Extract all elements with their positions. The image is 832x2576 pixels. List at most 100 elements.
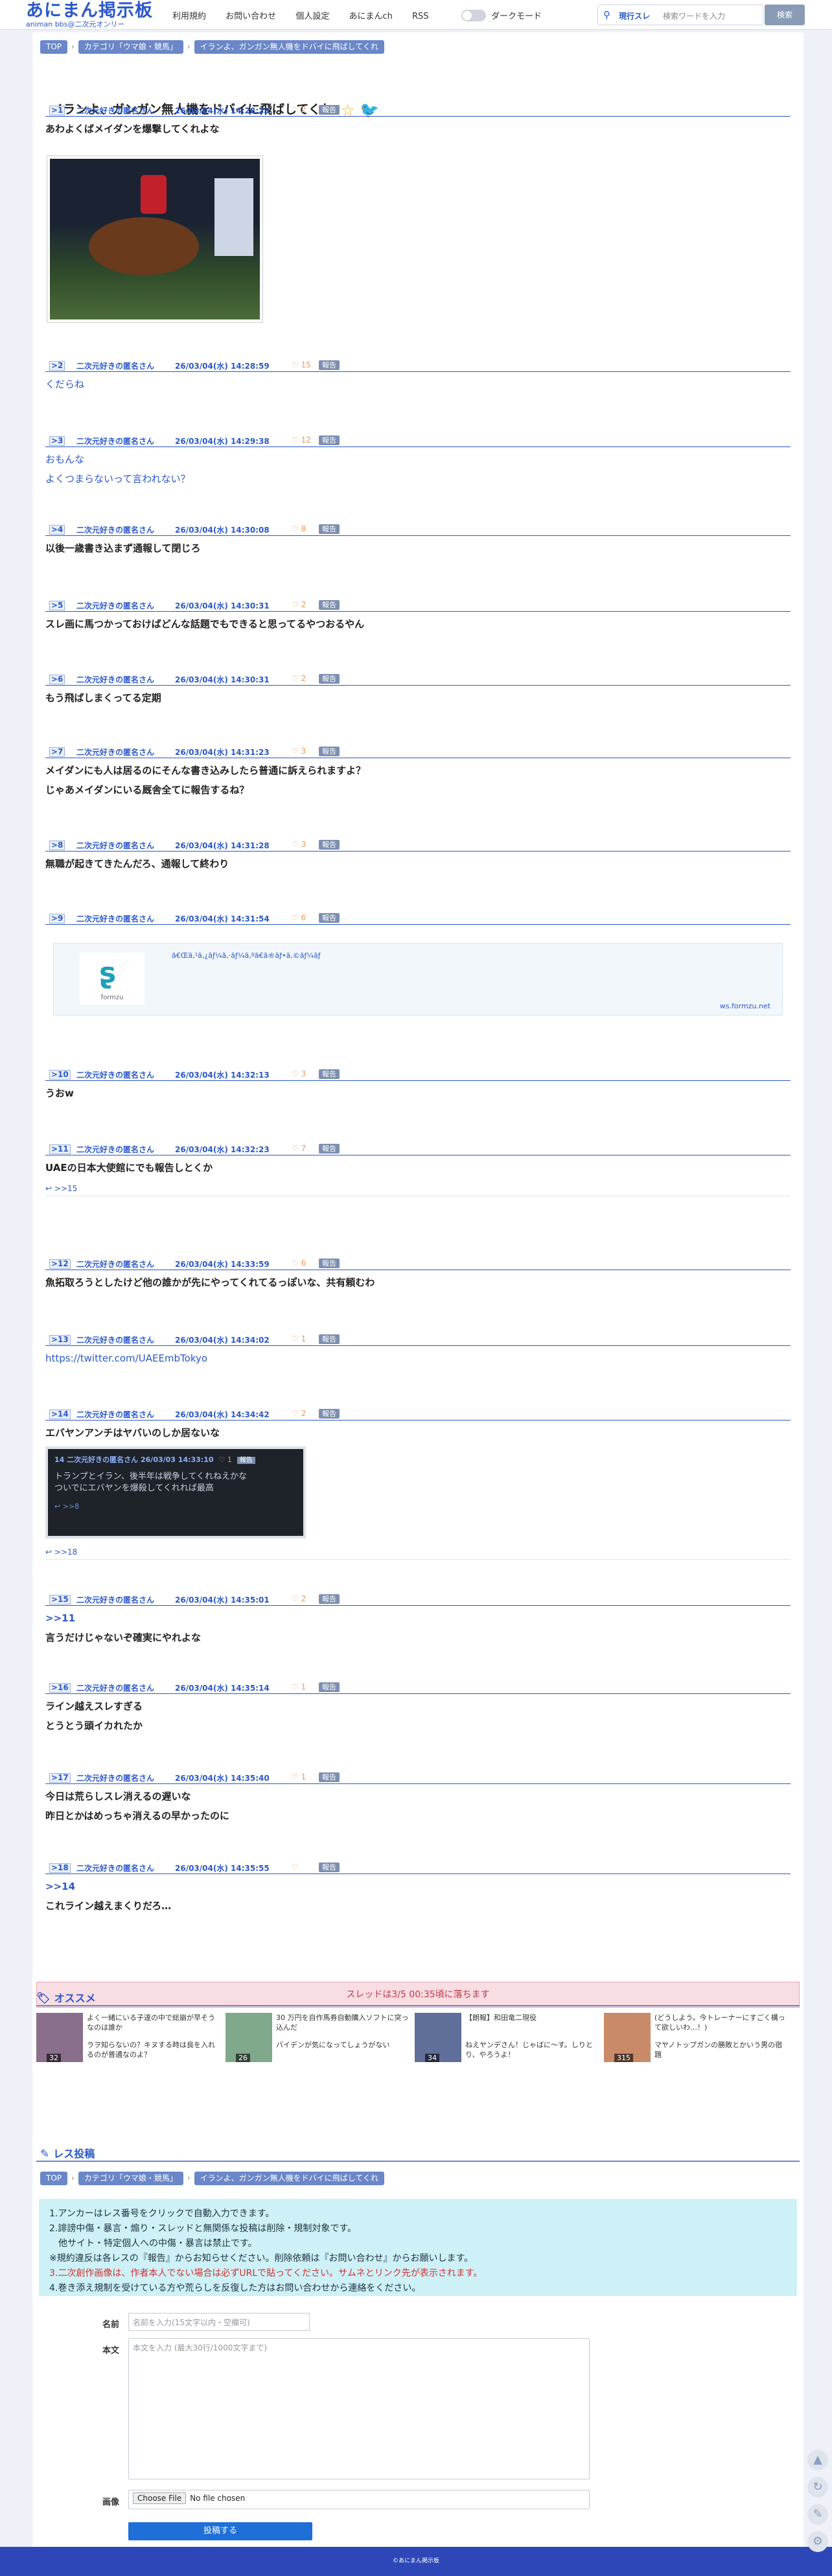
reply-link[interactable]: ↩ >>8 xyxy=(54,1502,297,1511)
like-button[interactable]: ♡ 1 xyxy=(292,1334,306,1343)
recommend-title[interactable]: 30 万円を自作馬券自動購入ソフトに突っ込んだ xyxy=(276,2013,409,2032)
report-button[interactable]: 報告 xyxy=(319,600,340,610)
settings-gear-icon[interactable]: ⚙ xyxy=(807,2531,828,2552)
link-preview-card[interactable]: ʂ formzu ã€Œã‚¹ã‚¿ãƒ¼ã‚·ãƒ¼ã‚ºã€ã®ãƒ•ã‚©ãƒ… xyxy=(53,943,783,1015)
like-button[interactable]: ♡ 12 xyxy=(292,435,311,445)
like-button[interactable]: ♡ 3 xyxy=(292,747,306,756)
recommend-thumbnail[interactable]: 315 xyxy=(604,2013,651,2062)
report-button[interactable]: 報告 xyxy=(319,105,340,115)
toggle-switch[interactable] xyxy=(461,9,486,21)
report-button[interactable]: 報告 xyxy=(319,1144,340,1154)
recommend-thumbnail[interactable]: 26 xyxy=(225,2013,272,2062)
like-button[interactable]: ♡ 3 xyxy=(292,840,306,849)
post-number[interactable]: >13 xyxy=(49,1335,71,1345)
breadcrumb-thread[interactable]: イランよ、ガンガン無人機をドバイに飛ばしてくれ xyxy=(194,2172,384,2185)
breadcrumb-top[interactable]: TOP xyxy=(40,40,68,54)
report-button[interactable]: 報告 xyxy=(319,1069,340,1079)
post-number[interactable]: >18 xyxy=(49,1863,71,1873)
report-button[interactable]: 報告 xyxy=(319,1334,340,1344)
recommend-title[interactable]: マヤノトップガンの勝敗とかいう男の宿題 xyxy=(654,2040,787,2060)
post-number[interactable]: >17 xyxy=(49,1773,71,1783)
search-scope-select[interactable]: 現行スレ xyxy=(619,10,650,21)
post-body-line[interactable]: >>14 xyxy=(45,1879,791,1894)
recommend-item[interactable]: 26 30 万円を自作馬券自動購入ソフトに突っ込んだバイデンが気になってしょうがな… xyxy=(225,2013,413,2065)
search-button[interactable]: 検索 xyxy=(765,5,805,25)
like-button[interactable]: ♡ 2 xyxy=(292,1594,306,1603)
nav-terms[interactable]: 利用規約 xyxy=(172,12,206,21)
report-button[interactable]: 報告 xyxy=(319,913,340,923)
post-number[interactable]: >16 xyxy=(49,1683,71,1693)
post-number[interactable]: >9 xyxy=(49,914,65,923)
post-number[interactable]: >2 xyxy=(49,361,65,371)
nav-animanch[interactable]: あにまんch xyxy=(349,12,392,21)
like-button[interactable]: ♡ 8 xyxy=(292,524,306,533)
link-preview-title[interactable]: ã€Œã‚¹ã‚¿ãƒ¼ã‚·ãƒ¼ã‚ºã€ã®ãƒ•ã‚©ãƒ¼ãƒ xyxy=(172,951,321,960)
scroll-top-icon[interactable]: ▲ xyxy=(807,2450,828,2470)
like-button[interactable]: ♡ 2 xyxy=(292,1409,306,1418)
breadcrumb-category[interactable]: カテゴリ「ウマ娘・競馬」 xyxy=(78,2172,183,2185)
recommend-thumbnail[interactable]: 34 xyxy=(415,2013,461,2062)
nav-rss[interactable]: RSS xyxy=(412,12,429,21)
report-button[interactable]: 報告 xyxy=(319,1682,340,1692)
post-number[interactable]: >12 xyxy=(49,1259,71,1269)
post-number[interactable]: >3 xyxy=(49,436,65,446)
like-button[interactable]: ♡ 2 xyxy=(292,674,306,683)
search-input[interactable]: ⚲ 現行スレ 検索ワードを入力 xyxy=(597,5,763,25)
like-button[interactable]: ♡ 2 xyxy=(292,105,306,114)
recommend-item[interactable]: 34 【朗報】和田竜二現役ねえヤンデさん！じゃばに〜す。しりとり、やろうよ！ xyxy=(415,2013,603,2065)
like-button[interactable]: ♡ 6 xyxy=(292,1259,306,1268)
report-button[interactable]: 報告 xyxy=(319,524,340,534)
image-file-input[interactable]: Choose File No file chosen xyxy=(128,2490,590,2509)
post-image[interactable] xyxy=(47,156,263,323)
post-number[interactable]: >10 xyxy=(49,1070,71,1080)
reply-link[interactable]: ↩ >>15 xyxy=(45,1184,791,1196)
recommend-title[interactable]: ラヲ知らないの？キヌする時は良を入れるのが普通なのよ？ xyxy=(87,2040,220,2060)
report-button[interactable]: 報告 xyxy=(319,840,340,850)
report-button[interactable]: 報告 xyxy=(319,1594,340,1604)
like-button[interactable]: ♡ 7 xyxy=(292,1144,306,1153)
site-logo[interactable]: あにまん掲示板 animan bbs@二次元オンリー xyxy=(26,1,153,29)
like-button[interactable]: ♡ xyxy=(292,1862,299,1872)
like-button[interactable]: ♡ 2 xyxy=(292,600,306,609)
recommend-title[interactable]: バイデンが気になってしょうがない xyxy=(276,2040,409,2050)
reload-icon[interactable]: ↻ xyxy=(807,2477,828,2498)
name-field[interactable]: 名前を入力(15文字以内・空欄可) xyxy=(128,2313,310,2331)
post-body-line[interactable]: https://twitter.com/UAEEmbTokyo xyxy=(45,1351,791,1365)
choose-file-button[interactable]: Choose File xyxy=(133,2492,187,2504)
report-button[interactable]: 報告 xyxy=(319,1409,340,1419)
report-button[interactable]: 報告 xyxy=(319,1862,340,1872)
breadcrumb-category[interactable]: カテゴリ「ウマ娘・競馬」 xyxy=(78,40,183,54)
write-icon[interactable]: ✎ xyxy=(807,2504,828,2525)
body-textarea[interactable]: 本文を入力 (最大30行/1000文字まで) xyxy=(128,2338,590,2479)
recommend-thumbnail[interactable]: 32 xyxy=(36,2013,83,2062)
recommend-item[interactable]: 315 (どうしよう。今トレーナーにすごく構って欲しいわ…！) マヤノトップガンの勝… xyxy=(604,2013,792,2065)
report-button[interactable]: 報告 xyxy=(319,360,340,370)
like-button[interactable]: ♡ 3 xyxy=(292,1069,306,1078)
like-button[interactable]: ♡ 15 xyxy=(292,360,311,369)
recommend-title[interactable]: (どうしよう。今トレーナーにすごく構って欲しいわ…！) xyxy=(654,2013,787,2032)
recommend-title[interactable]: 【朗報】和田竜二現役 xyxy=(465,2013,598,2023)
breadcrumb-thread[interactable]: イランよ、ガンガン無人機をドバイに飛ばしてくれ xyxy=(194,40,384,54)
post-body-line[interactable]: >>11 xyxy=(45,1611,791,1625)
dark-mode-toggle[interactable]: ダークモード xyxy=(461,9,542,21)
breadcrumb-top[interactable]: TOP xyxy=(40,2172,68,2185)
recommend-title[interactable]: よく一緒にいる子達の中で総崩が早そうなのは誰か xyxy=(87,2013,220,2032)
nav-settings[interactable]: 個人設定 xyxy=(295,12,329,21)
reply-link[interactable]: ↩ >>18 xyxy=(45,1548,791,1560)
post-number[interactable]: >8 xyxy=(49,841,65,850)
recommend-item[interactable]: 32 よく一緒にいる子達の中で総崩が早そうなのは誰か ラヲ知らないの？キヌする時は良… xyxy=(36,2013,224,2065)
like-button[interactable]: ♡ 6 xyxy=(292,913,306,922)
report-button[interactable]: 報告 xyxy=(319,1772,340,1782)
post-number[interactable]: >1 xyxy=(49,106,65,115)
like-button[interactable]: ♡ 1 xyxy=(292,1772,306,1781)
like-button[interactable]: ♡ 1 xyxy=(292,1682,306,1691)
post-number[interactable]: >6 xyxy=(49,675,65,684)
recommend-title[interactable]: ねえヤンデさん！じゃばに〜す。しりとり、やろうよ！ xyxy=(465,2040,598,2060)
report-button[interactable]: 報告 xyxy=(319,674,340,684)
post-number[interactable]: >14 xyxy=(49,1410,71,1419)
submit-button[interactable]: 投稿する xyxy=(128,2522,312,2540)
logo-title[interactable]: あにまん掲示板 xyxy=(26,1,153,21)
report-button[interactable]: 報告 xyxy=(319,747,340,756)
post-number[interactable]: >5 xyxy=(49,601,65,610)
post-number[interactable]: >15 xyxy=(49,1595,71,1605)
